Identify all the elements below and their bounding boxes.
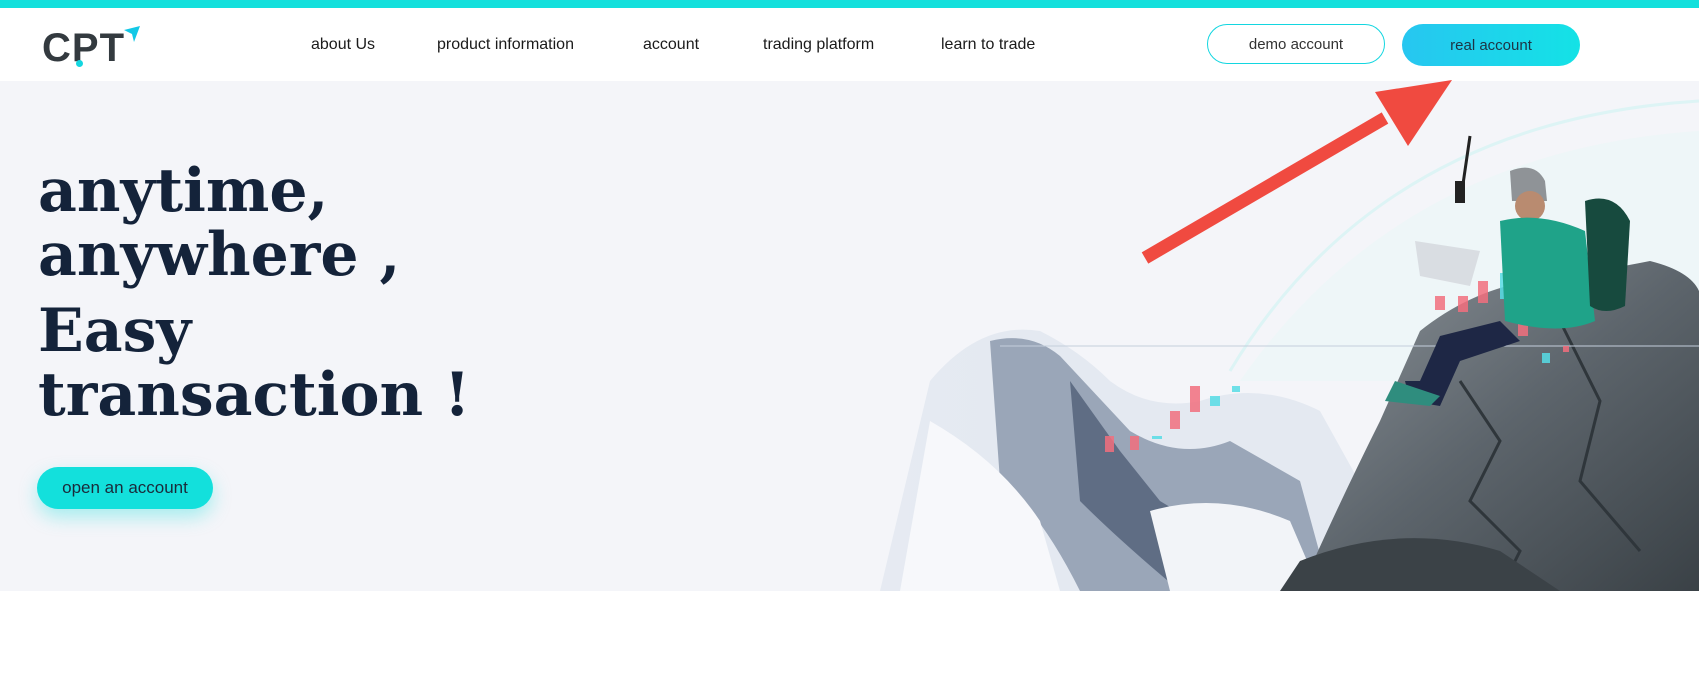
headline-line-1: anytime, (36, 156, 470, 226)
nav-trading-platform[interactable]: trading platform (763, 36, 874, 54)
headline-line-1-text: anytime, (38, 156, 329, 226)
site-header: CPT about Us product information account… (0, 8, 1699, 81)
top-accent-bar (0, 0, 1699, 8)
real-account-button[interactable]: real account (1402, 24, 1580, 66)
headline-line-3: Easy (38, 296, 192, 366)
cpt-logo[interactable]: CPT (42, 22, 142, 74)
hero-headline: anytime, anywhere , Easy transaction ! (36, 156, 471, 430)
nav-learn-to-trade[interactable]: learn to trade (941, 36, 1035, 54)
nav-account[interactable]: account (643, 36, 699, 54)
hero-section: anytime, anywhere , Easy transaction ! o… (0, 81, 1699, 591)
logo-dot-icon (76, 60, 83, 67)
headline-line-2: anywhere , (38, 220, 401, 290)
nav-product-information[interactable]: product information (437, 36, 574, 54)
logo-text: CPT (42, 26, 125, 70)
open-account-button[interactable]: open an account (37, 467, 213, 509)
nav-about-us[interactable]: about Us (311, 36, 375, 54)
demo-account-button[interactable]: demo account (1207, 24, 1385, 64)
logo-arrow-icon (124, 26, 140, 42)
headline-line-4: transaction ! (38, 360, 471, 430)
